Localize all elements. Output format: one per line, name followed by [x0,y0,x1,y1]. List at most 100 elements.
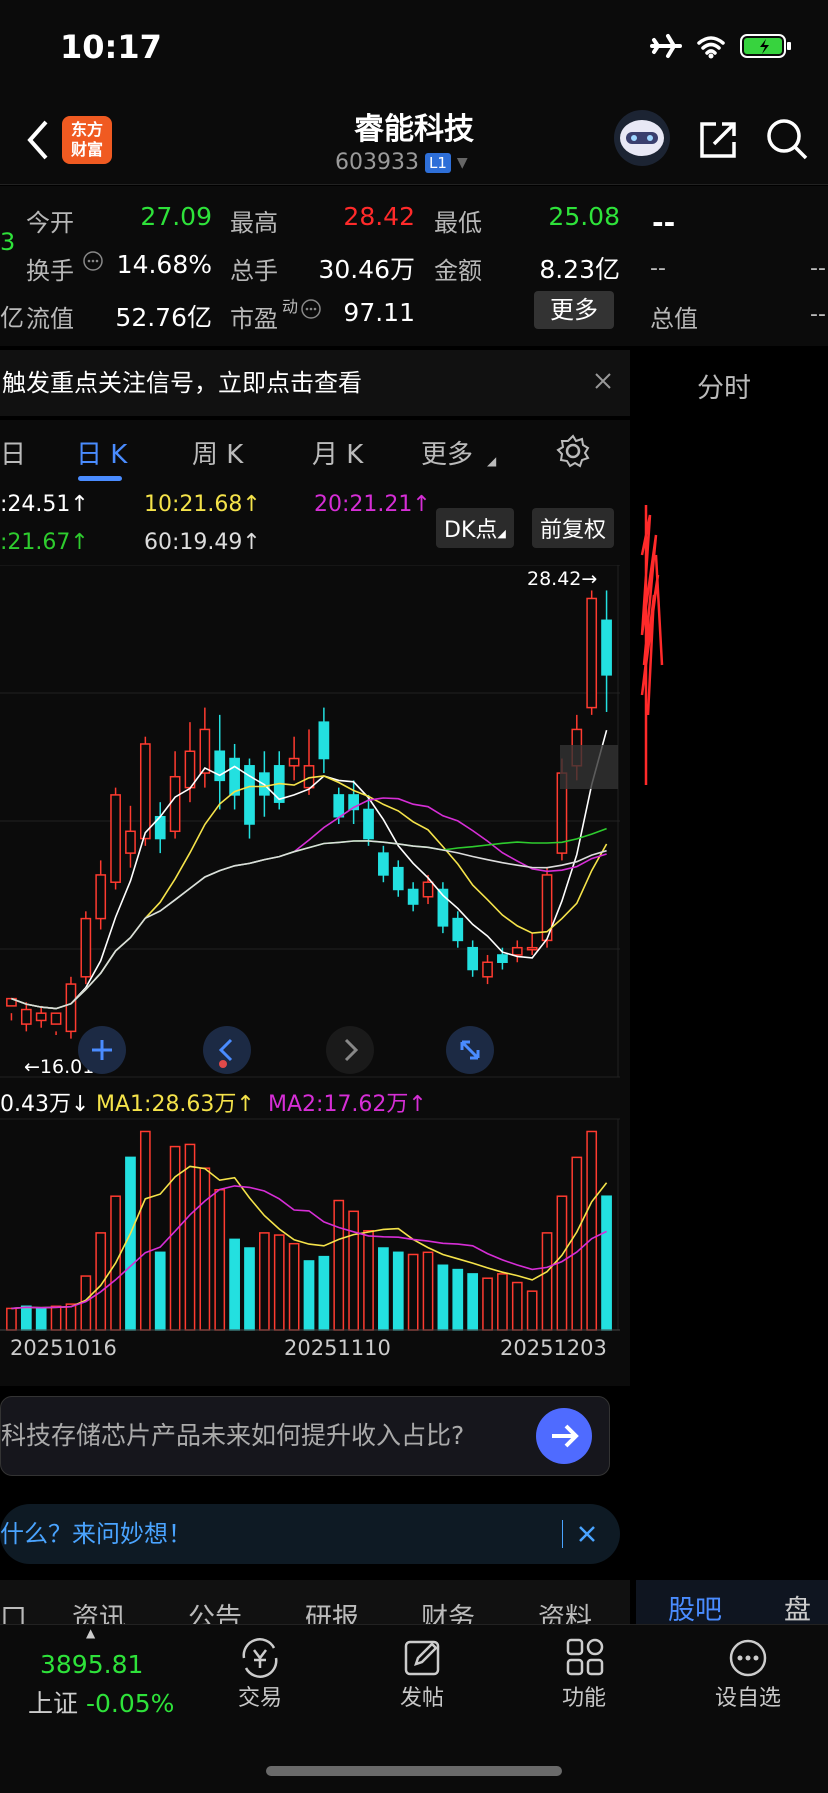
candle [95,874,107,920]
more-button[interactable]: 更多 [534,291,614,329]
candle [452,917,464,942]
left-edge-value: 3 [0,228,16,256]
active-tab-indicator [78,476,122,481]
candle [467,946,479,971]
price-scribble [640,505,664,785]
tab-monthly-k[interactable]: 月 K [312,434,363,471]
index-value[interactable]: 3895.81 [40,1650,143,1679]
hint-text: 什么？来问妙想！ [0,1520,192,1548]
candle [422,881,434,898]
nav-trade[interactable]: 交易 [236,1680,284,1712]
tab-daily-k[interactable]: 日 K [76,434,127,471]
candle [288,757,300,767]
volume-bar [497,1273,508,1331]
volume-bar [288,1242,300,1331]
candle [35,1012,47,1022]
index-row[interactable]: 上证 -0.05% [28,1684,174,1720]
date-label-1: 20251016 [10,1336,117,1360]
banner-text: 触发重点关注信号，立即点击查看 [2,369,362,397]
chevron-left-small-icon [218,1038,233,1068]
adjust-button[interactable]: 前复权 [532,508,615,548]
more-triangle-icon: ◢ [487,454,497,468]
tab-forum[interactable]: 股吧 [668,1588,722,1627]
nav-function[interactable]: 功能 [560,1680,608,1712]
ai-hint-bar[interactable]: 什么？来问妙想！ [0,1504,620,1564]
tab-more[interactable]: 更多 [421,434,473,471]
date-label-3: 20251203 [500,1336,607,1360]
candle [333,794,345,818]
amount-value: 8.23亿 [539,255,620,284]
open-label: 今开 [26,209,74,237]
chevron-right-small-icon [344,1038,359,1062]
function-icon-wrap[interactable] [560,1636,608,1684]
share-button[interactable] [696,118,740,166]
airplane-icon [650,34,682,58]
hint-divider [562,1520,563,1548]
candle [169,775,181,833]
candle [511,946,523,956]
info-icon[interactable] [82,250,104,272]
side-dash-3: -- [810,256,826,281]
volume-bar [378,1247,389,1331]
prev-button[interactable] [203,1026,251,1074]
fullscreen-button[interactable] [446,1026,494,1074]
ask-send-button[interactable] [536,1408,592,1464]
info-tabs: 口 资讯 公告 研报 财务 资料 [0,1580,630,1634]
date-label-2: 20251110 [284,1336,391,1360]
tab-timeshare[interactable]: 分时 [697,366,751,405]
pe-label: 市盈 [230,305,278,333]
trade-icon-wrap[interactable] [236,1636,284,1684]
volume-bar [407,1253,419,1331]
yen-exchange-icon [242,1638,278,1678]
side-dash-2: -- [650,256,666,281]
level-badge: L1 [424,152,451,173]
share-icon [700,122,736,158]
nav-add-watchlist[interactable]: 设自选 [708,1680,788,1712]
close-icon[interactable] [594,372,612,390]
float-value: 52.76亿 [115,303,212,332]
search-icon [767,119,808,160]
hint-close-icon[interactable] [578,1525,596,1543]
assistant-avatar[interactable] [612,108,672,172]
signal-banner[interactable]: 触发重点关注信号，立即点击查看 [0,350,630,416]
next-button[interactable] [326,1026,374,1074]
watchlist-icon-wrap[interactable] [724,1636,772,1684]
settings-gear-icon[interactable] [556,434,590,468]
vol-ma1-label: MA1:28.63万↑ [96,1092,255,1117]
index-change: -0.05% [85,1689,175,1718]
status-icons [650,32,792,60]
amount-label: 金额 [434,257,482,285]
volume-bar [273,1234,285,1331]
stock-code[interactable]: 603933 L1 ▼ [335,150,468,175]
plus-icon [92,1040,112,1060]
pe-info-icon[interactable] [300,298,322,320]
high-label: 最高 [230,209,278,237]
volume-bar [541,1232,553,1331]
dk-point-button[interactable]: DK点◢ [436,508,514,548]
zoom-in-button[interactable] [78,1026,126,1074]
volume-bar [318,1255,330,1331]
post-icon-wrap[interactable] [398,1636,446,1684]
volume-bar [20,1305,32,1331]
candle [318,721,330,760]
status-time: 10:17 [60,28,162,66]
candle [497,954,508,963]
wifi-icon [697,36,725,59]
index-name: 上证 [28,1689,79,1718]
candle [482,961,493,978]
volume-bar [125,1156,136,1331]
pe-value: 97.11 [343,298,415,327]
volume-bar [244,1247,255,1331]
stock-code-text: 603933 [335,150,419,175]
side-info-tabs: 股吧 盘口 [636,1580,828,1665]
expand-up-icon[interactable]: ▲ [86,1626,95,1640]
search-button[interactable] [764,116,810,166]
nav-post[interactable]: 发帖 [398,1680,446,1712]
side-value: -- [652,206,676,239]
tab-day[interactable]: 日 [0,434,26,471]
side-dash-4: -- [810,302,826,327]
volume-value: 30.46万 [318,255,415,284]
tab-weekly-k[interactable]: 周 K [192,434,243,471]
ask-input[interactable]: 科技存储芯片产品未来如何提升收入占比? [0,1396,610,1476]
volume-bar [35,1307,47,1331]
